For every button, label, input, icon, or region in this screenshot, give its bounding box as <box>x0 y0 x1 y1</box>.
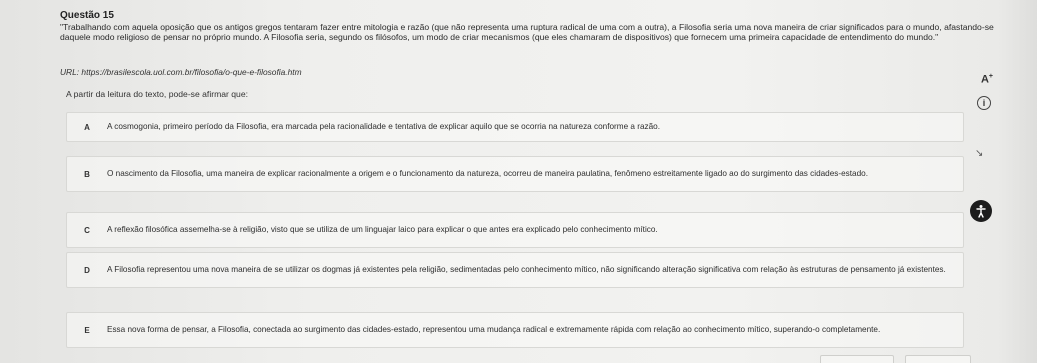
answer-option-c[interactable]: C A reflexão filosófica assemelha-se à r… <box>66 212 964 248</box>
question-page: Questão 15 "Trabalhando com aquela oposi… <box>0 0 1037 363</box>
option-letter: A <box>84 122 90 132</box>
font-size-sup: + <box>988 73 993 80</box>
answer-option-e[interactable]: E Essa nova forma de pensar, a Filosofia… <box>66 312 964 348</box>
option-letter: C <box>84 225 90 235</box>
option-letter: E <box>84 325 90 335</box>
accessibility-icon[interactable] <box>970 200 992 222</box>
option-letter: B <box>84 169 90 179</box>
info-icon[interactable]: i <box>977 96 991 110</box>
bottom-nav-button-right[interactable] <box>905 355 971 363</box>
question-title: Questão 15 <box>60 10 114 21</box>
question-text: "Trabalhando com aquela oposição que os … <box>60 22 994 42</box>
option-text: O nascimento da Filosofia, uma maneira d… <box>107 169 868 178</box>
bottom-nav-button-left[interactable] <box>820 355 894 363</box>
accessibility-glyph <box>976 205 986 218</box>
source-url: URL: https://brasilescola.uol.com.br/fil… <box>60 67 302 77</box>
answer-option-b[interactable]: B O nascimento da Filosofia, uma maneira… <box>66 156 964 192</box>
answer-option-d[interactable]: D A Filosofia representou uma nova manei… <box>66 252 964 288</box>
option-text: Essa nova forma de pensar, a Filosofia, … <box>107 325 881 334</box>
cursor-icon: ↘ <box>975 148 984 159</box>
option-letter: D <box>84 265 90 275</box>
question-prompt: A partir da leitura do texto, pode-se af… <box>66 89 248 99</box>
option-text: A reflexão filosófica assemelha-se à rel… <box>107 225 658 234</box>
option-text: A Filosofia representou uma nova maneira… <box>107 265 946 274</box>
option-text: A cosmogonia, primeiro período da Filoso… <box>107 122 660 131</box>
screen-shade <box>997 0 1037 363</box>
font-size-increase-button[interactable]: A+ <box>981 73 993 86</box>
answer-option-a[interactable]: A A cosmogonia, primeiro período da Filo… <box>66 112 964 142</box>
font-size-label: A <box>980 73 989 86</box>
